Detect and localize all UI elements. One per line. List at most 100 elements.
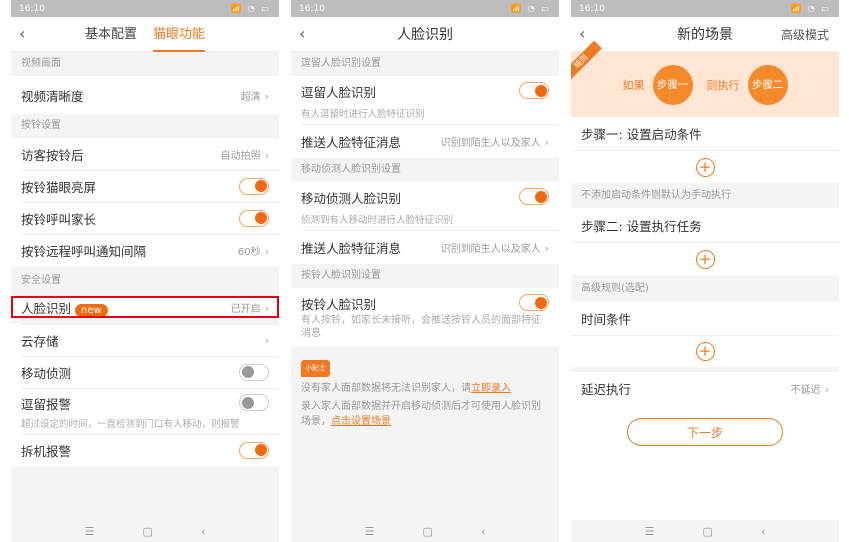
phone-face-recognition: 16:10 📶 ◔ ▭ ‹ 人脸识别 逗留人脸识别设置 逗留人脸识别 有人逗留时进行人… bbox=[291, 0, 559, 542]
label: 推送人脸特征消息 bbox=[301, 134, 402, 150]
label: 按铃人脸识别 bbox=[301, 297, 377, 312]
rule-banner: 规则 如果 步骤一 则执行 步骤二 bbox=[571, 40, 839, 117]
next-step-button[interactable]: 下一步 bbox=[627, 418, 783, 446]
tips: 小贴士 没有家人面部数据将无法识别家人，请立即录入 录入家人面部数据并开启移动侦… bbox=[291, 346, 559, 429]
toggle-on[interactable] bbox=[239, 209, 269, 227]
section-linger-face: 逗留人脸识别设置 bbox=[301, 58, 381, 69]
chevron-right-icon: › bbox=[264, 244, 269, 258]
set-scene-link[interactable]: 点击设置场景 bbox=[331, 416, 391, 427]
menu-icon[interactable]: ☰ bbox=[85, 525, 95, 538]
section-advanced-rules: 高级规则(选配) bbox=[581, 283, 649, 294]
back-nav-icon[interactable]: ‹ bbox=[481, 525, 485, 538]
value: 已开启 bbox=[230, 303, 261, 315]
row-step1-title: 步骤一: 设置启动条件 bbox=[571, 117, 839, 150]
toggle-off[interactable] bbox=[239, 363, 269, 381]
tab-cat-eye-function[interactable]: 猫眼功能 bbox=[153, 17, 206, 52]
row-linger-face: 逗留人脸识别 有人逗留时进行人脸特征识别 bbox=[291, 76, 559, 124]
chevron-right-icon: › bbox=[544, 241, 549, 255]
enroll-now-link[interactable]: 立即录入 bbox=[471, 383, 511, 394]
label: 视频清晰度 bbox=[21, 88, 84, 104]
row-bell-interval[interactable]: 按铃远程呼叫通知间隔 60秒 › bbox=[11, 234, 279, 266]
chevron-right-icon: › bbox=[264, 89, 269, 103]
tips-badge: 小贴士 bbox=[301, 360, 330, 377]
label: 推送人脸特征消息 bbox=[301, 240, 402, 256]
home-icon[interactable]: ▢ bbox=[423, 525, 433, 538]
section-video: 视频画面 bbox=[21, 58, 61, 69]
value: 识别到陌生人以及家人 bbox=[440, 137, 541, 149]
toggle-on[interactable] bbox=[519, 294, 549, 311]
toggle-off[interactable] bbox=[239, 394, 269, 411]
label: 人脸识别 bbox=[21, 300, 72, 316]
label: 拆机报警 bbox=[21, 443, 72, 459]
value: 60秒 bbox=[237, 246, 261, 258]
add-condition-button[interactable]: + bbox=[695, 157, 715, 177]
header: ‹ 基本配置 猫眼功能 bbox=[11, 17, 279, 52]
value: 超清 bbox=[240, 91, 261, 103]
chevron-right-icon: › bbox=[264, 301, 269, 315]
system-nav-bar: ☰ ▢ ‹ bbox=[11, 520, 279, 542]
label: 按铃呼叫家长 bbox=[21, 211, 97, 227]
toggle-on[interactable] bbox=[239, 441, 269, 459]
home-icon[interactable]: ▢ bbox=[703, 525, 713, 538]
row-bell-screen: 按铃猫眼亮屏 bbox=[11, 170, 279, 202]
label: 移动侦测 bbox=[21, 365, 72, 381]
clock: 16:10 bbox=[299, 3, 325, 14]
status-icons: 📶 ◔ ▭ bbox=[231, 4, 271, 13]
tab-basic-config[interactable]: 基本配置 bbox=[85, 17, 137, 52]
header: ‹ 新的场景 高级模式 bbox=[571, 17, 839, 52]
label: 按铃猫眼亮屏 bbox=[21, 179, 97, 195]
add-condition-row: + bbox=[571, 150, 839, 183]
step2-circle: 步骤二 bbox=[747, 64, 788, 105]
row-face-recognition[interactable]: 人脸识别 new 已开启 › bbox=[11, 296, 279, 318]
row-visitor-bell[interactable]: 访客按铃后 自动拍照 › bbox=[11, 138, 279, 170]
description: 超过设定的时间，一直检测到门口有人移动，则报警 bbox=[21, 419, 240, 430]
toggle-on[interactable] bbox=[519, 82, 549, 99]
add-time-condition-button[interactable]: + bbox=[695, 342, 715, 361]
row-bell-face: 按铃人脸识别 有人按铃，如家长未接听，会推送按铃人员的面部特征消息 bbox=[291, 288, 559, 346]
toggle-on[interactable] bbox=[519, 188, 549, 205]
value: 识别到陌生人以及家人 bbox=[440, 243, 541, 255]
row-time-condition: 时间条件 bbox=[571, 302, 839, 335]
back-icon[interactable]: ‹ bbox=[19, 24, 25, 43]
chevron-right-icon: › bbox=[544, 135, 549, 149]
back-nav-icon[interactable]: ‹ bbox=[201, 525, 205, 538]
home-icon[interactable]: ▢ bbox=[143, 525, 153, 538]
add-task-button[interactable]: + bbox=[695, 249, 715, 269]
row-push-face-1[interactable]: 推送人脸特征消息 识别到陌生人以及家人 › bbox=[291, 124, 559, 158]
row-push-face-2[interactable]: 推送人脸特征消息 识别到陌生人以及家人 › bbox=[291, 230, 559, 264]
value: 不延迟 bbox=[790, 385, 821, 396]
menu-icon[interactable]: ☰ bbox=[645, 525, 655, 538]
status-bar: 16:10 📶 ◔ ▭ bbox=[291, 0, 559, 17]
chevron-right-icon: › bbox=[264, 148, 269, 162]
add-task-row: + bbox=[571, 242, 839, 275]
if-label: 如果 bbox=[622, 78, 645, 92]
value: 自动拍照 bbox=[220, 150, 261, 162]
label: 步骤二: 设置执行任务 bbox=[581, 218, 702, 234]
back-icon[interactable]: ‹ bbox=[579, 24, 585, 43]
toggle-on[interactable] bbox=[239, 177, 269, 195]
advanced-mode-button[interactable]: 高级模式 bbox=[781, 26, 829, 43]
section-bell: 按铃设置 bbox=[21, 120, 61, 131]
description: 侦测到有人移动时进行人脸特征识别 bbox=[301, 215, 454, 226]
label: 逗留人脸识别 bbox=[301, 85, 377, 100]
label: 逗留报警 bbox=[21, 397, 72, 412]
label: 延迟执行 bbox=[581, 382, 632, 397]
back-nav-icon[interactable]: ‹ bbox=[761, 525, 765, 538]
label: 访客按铃后 bbox=[21, 147, 84, 163]
status-icons: 📶 ◔ ▭ bbox=[511, 4, 551, 13]
status-icons: 📶 ◔ ▭ bbox=[791, 4, 831, 13]
row-motion-detect: 移动侦测 bbox=[11, 356, 279, 388]
system-nav-bar: ☰ ▢ ‹ bbox=[291, 520, 559, 542]
status-bar: 16:10 📶 ◔ ▭ bbox=[11, 0, 279, 17]
menu-icon[interactable]: ☰ bbox=[365, 525, 375, 538]
chevron-right-icon: › bbox=[824, 383, 829, 396]
row-bell-call: 按铃呼叫家长 bbox=[11, 202, 279, 234]
then-label: 则执行 bbox=[706, 78, 740, 92]
header: ‹ 人脸识别 bbox=[291, 17, 559, 52]
back-icon[interactable]: ‹ bbox=[299, 24, 305, 43]
row-delay[interactable]: 延迟执行 不延迟 › bbox=[571, 372, 839, 405]
row-cloud-storage[interactable]: 云存储 › bbox=[11, 324, 279, 356]
add-time-row: + bbox=[571, 335, 839, 367]
row-video-quality[interactable]: 视频清晰度 超清 › bbox=[11, 76, 279, 114]
page-title: 新的场景 bbox=[677, 27, 733, 43]
